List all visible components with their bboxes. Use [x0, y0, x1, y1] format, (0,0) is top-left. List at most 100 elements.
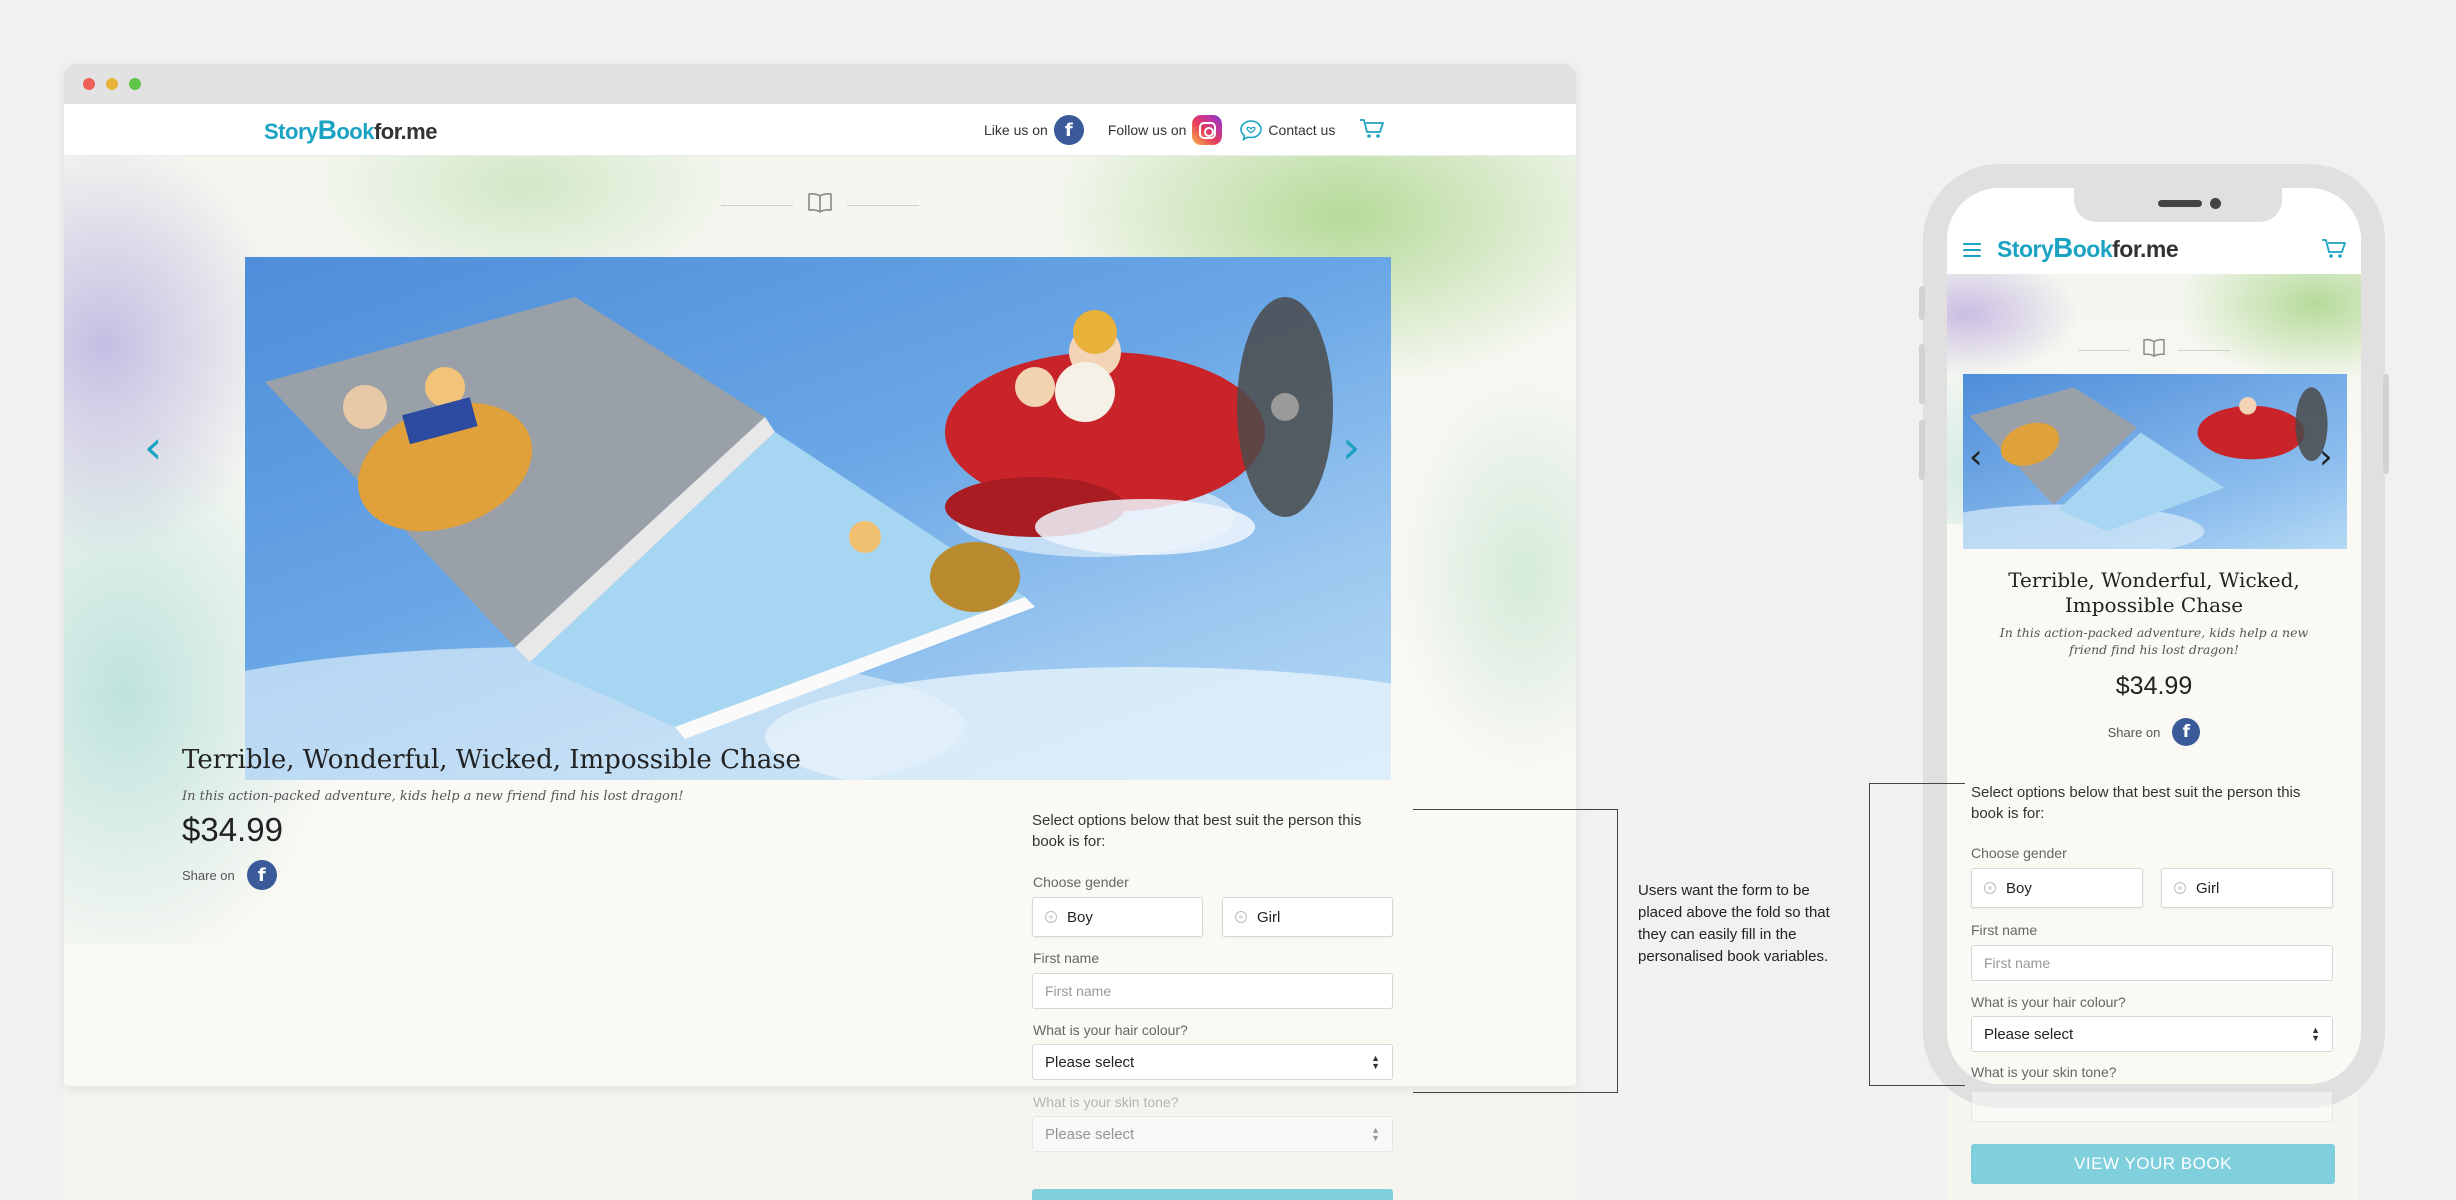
window-maximize-dot[interactable] — [129, 78, 141, 90]
phone-volume-down — [1919, 420, 1925, 480]
window-minimize-dot[interactable] — [106, 78, 118, 90]
annotation-line — [1413, 809, 1618, 810]
radio-icon — [1045, 911, 1057, 923]
logo-story-text: Story — [264, 119, 318, 144]
mobile-view-book-button[interactable]: VIEW YOUR BOOK — [1971, 1144, 2335, 1184]
annotation-line — [1617, 809, 1618, 1093]
form-intro: Select options below that best suit the … — [1032, 812, 1362, 850]
chat-icon[interactable] — [1238, 118, 1264, 142]
contact-us-link[interactable]: Contact us — [1268, 122, 1335, 138]
select-arrows-icon: ▲ ▼ — [1371, 1125, 1380, 1143]
mobile-skin-tone-label: What is your skin tone? — [1971, 1064, 2117, 1080]
gender-option-girl[interactable]: Girl — [1222, 897, 1393, 937]
logo-suffix-text: for.me — [373, 119, 438, 144]
book-divider — [64, 192, 1576, 219]
mobile-phone-frame: StoryBookfor.me ‹ › Terrible, Wonderful,… — [1919, 164, 2389, 1108]
radio-icon — [1235, 911, 1247, 923]
gender-label: Choose gender — [1033, 874, 1129, 890]
mobile-screen: StoryBookfor.me ‹ › Terrible, Wonderful,… — [1947, 188, 2361, 1084]
share-label: Share on — [182, 867, 235, 883]
first-name-input[interactable] — [1032, 973, 1393, 1009]
gender-option-boy[interactable]: Boy — [1032, 897, 1203, 937]
hair-colour-value: Please select — [1045, 1053, 1135, 1071]
select-arrows-icon: ▲ ▼ — [1371, 1053, 1380, 1071]
hair-colour-select[interactable]: Please select ▲ ▼ — [1032, 1044, 1393, 1080]
mobile-product-hero-image — [1963, 374, 2347, 549]
mobile-share-row: Share on f — [1947, 718, 2361, 746]
mobile-product-price: $34.99 — [2115, 672, 2193, 700]
first-name-label: First name — [1033, 950, 1100, 966]
phone-volume-up — [1919, 344, 1925, 404]
mobile-form-intro: Select options below that best suit the … — [1971, 784, 2301, 822]
annotation-line-text: they can easily fill in the — [1638, 926, 1797, 943]
mobile-hair-colour-select[interactable]: Please select ▲ ▼ — [1971, 1016, 2333, 1052]
view-book-button-desktop[interactable] — [1032, 1189, 1393, 1200]
mobile-carousel-next-arrow[interactable]: › — [2319, 440, 2333, 474]
mobile-first-name-label: First name — [1971, 922, 2038, 938]
radio-icon — [1984, 882, 1996, 894]
annotation-line-text: Users want the form to be — [1638, 882, 1810, 899]
gender-option-label: Boy — [1067, 908, 1093, 926]
skin-tone-value: Please select — [1045, 1125, 1135, 1143]
product-title: Terrible, Wonderful, Wicked, Impossible … — [182, 745, 801, 775]
logo-b-letter: B — [317, 115, 337, 145]
facebook-share-icon[interactable]: f — [246, 860, 277, 890]
book-icon — [2142, 338, 2166, 363]
annotation-note: Users want the form to be placed above t… — [1638, 880, 1830, 968]
book-icon — [807, 192, 833, 219]
skin-tone-label: What is your skin tone? — [1033, 1094, 1179, 1110]
mobile-product-description: In this action-packed adventure, kids he… — [1999, 625, 2309, 657]
cart-icon[interactable] — [1359, 118, 1385, 142]
facebook-icon[interactable]: f — [1053, 115, 1084, 145]
annotation-line-text: personalised book variables. — [1638, 948, 1829, 965]
hair-colour-label: What is your hair colour? — [1033, 1022, 1188, 1038]
gender-option-label: Boy — [2006, 879, 2032, 897]
logo-story-text: Story — [1997, 236, 2054, 262]
facebook-share-icon[interactable]: f — [2172, 718, 2201, 746]
phone-power-button — [2383, 374, 2389, 474]
annotation-line — [1869, 783, 1965, 784]
mobile-gender-label: Choose gender — [1971, 845, 2067, 861]
annotation-line — [1413, 1092, 1618, 1093]
like-us-label: Like us on — [984, 122, 1048, 138]
product-description: In this action-packed adventure, kids he… — [182, 789, 684, 804]
carousel-prev-arrow[interactable]: ‹ — [144, 424, 162, 470]
product-price: $34.99 — [182, 811, 283, 848]
mobile-product-title: Terrible, Wonderful, Wicked, Impossible … — [2008, 568, 2300, 617]
share-label: Share on — [2107, 724, 2161, 740]
mobile-gender-option-girl[interactable]: Girl — [2161, 868, 2333, 908]
instagram-icon[interactable] — [1192, 115, 1223, 145]
product-hero-image — [245, 257, 1391, 780]
site-header: StoryBookfor.me Like us on f Follow us o… — [64, 104, 1576, 156]
logo-ook-text: ook — [336, 119, 374, 144]
mobile-first-name-input[interactable] — [1971, 945, 2333, 981]
browser-chrome — [64, 64, 1576, 104]
skin-tone-select[interactable]: Please select ▲ ▼ — [1032, 1116, 1393, 1152]
mobile-book-divider — [1947, 338, 2361, 363]
hair-colour-value: Please select — [1984, 1025, 2074, 1043]
annotation-line-text: placed above the fold so that — [1638, 904, 1830, 921]
menu-icon[interactable] — [1963, 243, 1981, 261]
follow-us-label: Follow us on — [1107, 122, 1187, 138]
annotation-line — [1869, 783, 1870, 1086]
mobile-site-logo[interactable]: StoryBookfor.me — [1997, 232, 2179, 264]
cart-icon[interactable] — [2321, 238, 2347, 262]
carousel-next-arrow[interactable]: › — [1342, 424, 1360, 470]
mobile-skin-tone-select[interactable] — [1971, 1092, 2333, 1122]
site-logo[interactable]: StoryBookfor.me — [264, 115, 437, 146]
mobile-gender-option-boy[interactable]: Boy — [1971, 868, 2143, 908]
gender-option-label: Girl — [1257, 908, 1281, 926]
phone-mute-switch — [1919, 286, 1925, 320]
radio-icon — [2174, 882, 2186, 894]
logo-suffix-text: for.me — [2112, 236, 2179, 262]
header-links: Like us on f Follow us on Contact us — [984, 114, 1385, 146]
phone-notch — [2074, 188, 2282, 222]
window-close-dot[interactable] — [83, 78, 95, 90]
gender-option-label: Girl — [2196, 879, 2220, 897]
hero-red-plane — [945, 297, 1333, 555]
logo-ook-text: ook — [2072, 236, 2113, 262]
logo-b-letter: B — [2053, 232, 2073, 263]
select-arrows-icon: ▲ ▼ — [2311, 1025, 2320, 1043]
mobile-carousel-prev-arrow[interactable]: ‹ — [1969, 440, 1983, 474]
mobile-hair-colour-label: What is your hair colour? — [1971, 994, 2126, 1010]
